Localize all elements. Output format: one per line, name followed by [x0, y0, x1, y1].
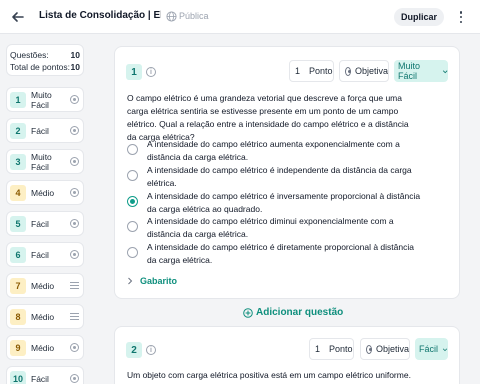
option-radio[interactable]: [127, 144, 138, 155]
question-type-label: Objetiva: [375, 344, 409, 354]
question-number-badge: 5: [10, 215, 26, 232]
option-text: A intensidade do campo elétrico aumenta …: [147, 139, 400, 162]
radio-icon: [70, 343, 79, 352]
question-text: Um objeto com carga elétrica positiva es…: [127, 370, 411, 384]
option-radio[interactable]: [127, 170, 138, 181]
radio-icon: [345, 66, 351, 76]
difficulty-dropdown[interactable]: Muito Fácil: [394, 60, 448, 82]
difficulty-dropdown[interactable]: Fácil: [415, 338, 448, 360]
option-text: A intensidade do campo elétrico diminui …: [147, 216, 394, 239]
option-text: A intensidade do campo elétrico é invers…: [147, 191, 421, 214]
question-number-badge: 10: [10, 370, 26, 384]
difficulty-label: Fácil: [419, 344, 439, 354]
question-difficulty: Fácil: [31, 125, 49, 136]
option-2[interactable]: A intensidade do campo elétrico é indepe…: [127, 164, 427, 190]
question-difficulty: Fácil: [31, 218, 49, 229]
radio-icon: [70, 157, 79, 166]
answer-key-label: Gabarito: [140, 276, 178, 286]
option-text: A intensidade do campo elétrico é indepe…: [147, 165, 412, 188]
option-radio-selected[interactable]: [127, 196, 138, 207]
question-number-badge: 3: [10, 153, 26, 170]
radio-icon: [366, 344, 372, 354]
question-nav-item-6[interactable]: 6 Fácil: [6, 242, 84, 267]
question-number-badge: 4: [10, 184, 26, 201]
points-unit: Ponto: [329, 344, 353, 354]
total-points-value: 10: [70, 62, 80, 72]
question-nav-item-9[interactable]: 9 Médio: [6, 335, 84, 360]
option-text: A intensidade do campo elétrico é direta…: [147, 242, 414, 265]
question-nav-item-2[interactable]: 2 Fácil: [6, 118, 84, 143]
question-nav-item-7[interactable]: 7 Médio: [6, 273, 84, 298]
lines-icon: [70, 313, 79, 320]
points-value: 1: [295, 66, 301, 76]
question-nav-item-1[interactable]: 1 Muito Fácil: [6, 87, 84, 112]
stats-panel: Questões: 10 Total de pontos: 10: [6, 44, 84, 76]
question-number-badge: 1: [10, 91, 26, 108]
question-number-badge: 1: [126, 64, 142, 80]
add-question-label: Adicionar questão: [256, 307, 344, 318]
questions-count-label: Questões:: [10, 50, 49, 60]
radio-icon: [70, 126, 79, 135]
question-difficulty: Fácil: [31, 373, 49, 384]
question-card-1: 1 i 1 Ponto Objetiva Muito Fácil O campo …: [114, 46, 460, 299]
question-card-2: 2 i 1 Ponto Objetiva Fácil Um objeto com …: [114, 326, 460, 384]
radio-icon: [70, 188, 79, 197]
info-icon[interactable]: i: [146, 67, 156, 77]
option-radio[interactable]: [127, 247, 138, 258]
lines-icon: [70, 282, 79, 289]
question-nav-item-3[interactable]: 3 Muito Fácil: [6, 149, 84, 174]
question-difficulty: Médio: [31, 187, 55, 198]
globe-icon: [166, 11, 177, 22]
option-3[interactable]: A intensidade do campo elétrico é invers…: [127, 190, 427, 216]
points-unit: Ponto: [309, 66, 333, 76]
question-difficulty: Muito Fácil: [31, 89, 52, 110]
chevron-right-icon: [128, 277, 133, 285]
radio-icon: [70, 250, 79, 259]
question-number-badge: 8: [10, 308, 26, 325]
points-input[interactable]: 1 Ponto: [309, 338, 354, 360]
question-number-badge: 6: [10, 246, 26, 263]
question-type-selector[interactable]: Objetiva: [360, 338, 410, 360]
plus-circle-icon: [243, 307, 253, 318]
chevron-down-icon: [442, 347, 448, 351]
info-icon[interactable]: i: [146, 345, 156, 355]
question-text: O campo elétrico é uma grandeza vetorial…: [127, 93, 409, 142]
option-radio[interactable]: [127, 221, 138, 232]
back-arrow-icon[interactable]: [10, 9, 26, 25]
add-question-button[interactable]: Adicionar questão: [243, 307, 343, 318]
difficulty-label: Muito Fácil: [398, 61, 421, 81]
question-number-badge: 9: [10, 339, 26, 356]
points-value: 1: [315, 344, 321, 354]
answer-key-toggle[interactable]: Gabarito: [127, 276, 177, 286]
page-title: Lista de Consolidação | Elet...: [39, 10, 161, 21]
questions-count-value: 10: [70, 50, 80, 60]
top-bar: Lista de Consolidação | Elet... Pública …: [0, 0, 480, 34]
question-nav-item-10[interactable]: 10 Fácil: [6, 366, 84, 384]
visibility-label: Pública: [179, 11, 209, 21]
option-4[interactable]: A intensidade do campo elétrico diminui …: [127, 215, 427, 241]
more-options-icon[interactable]: [455, 9, 467, 25]
radio-icon: [70, 219, 79, 228]
chevron-down-icon: [442, 69, 448, 73]
duplicate-button[interactable]: Duplicar: [394, 8, 444, 26]
question-difficulty: Médio: [31, 311, 55, 322]
radio-icon: [70, 374, 79, 383]
question-nav-item-8[interactable]: 8 Médio: [6, 304, 84, 329]
question-type-selector[interactable]: Objetiva: [339, 60, 389, 82]
question-difficulty: Médio: [31, 342, 55, 353]
question-difficulty: Fácil: [31, 249, 49, 260]
question-difficulty: Muito Fácil: [31, 151, 52, 172]
question-number-badge: 2: [126, 342, 142, 358]
option-5[interactable]: A intensidade do campo elétrico é direta…: [127, 241, 427, 267]
total-points-label: Total de pontos:: [10, 62, 71, 72]
question-difficulty: Médio: [31, 280, 55, 291]
question-type-label: Objetiva: [354, 66, 388, 76]
radio-icon: [70, 95, 79, 104]
question-number-badge: 7: [10, 277, 26, 294]
question-nav-item-5[interactable]: 5 Fácil: [6, 211, 84, 236]
points-input[interactable]: 1 Ponto: [289, 60, 334, 82]
question-number-badge: 2: [10, 122, 26, 139]
option-1[interactable]: A intensidade do campo elétrico aumenta …: [127, 138, 427, 164]
question-nav-item-4[interactable]: 4 Médio: [6, 180, 84, 205]
